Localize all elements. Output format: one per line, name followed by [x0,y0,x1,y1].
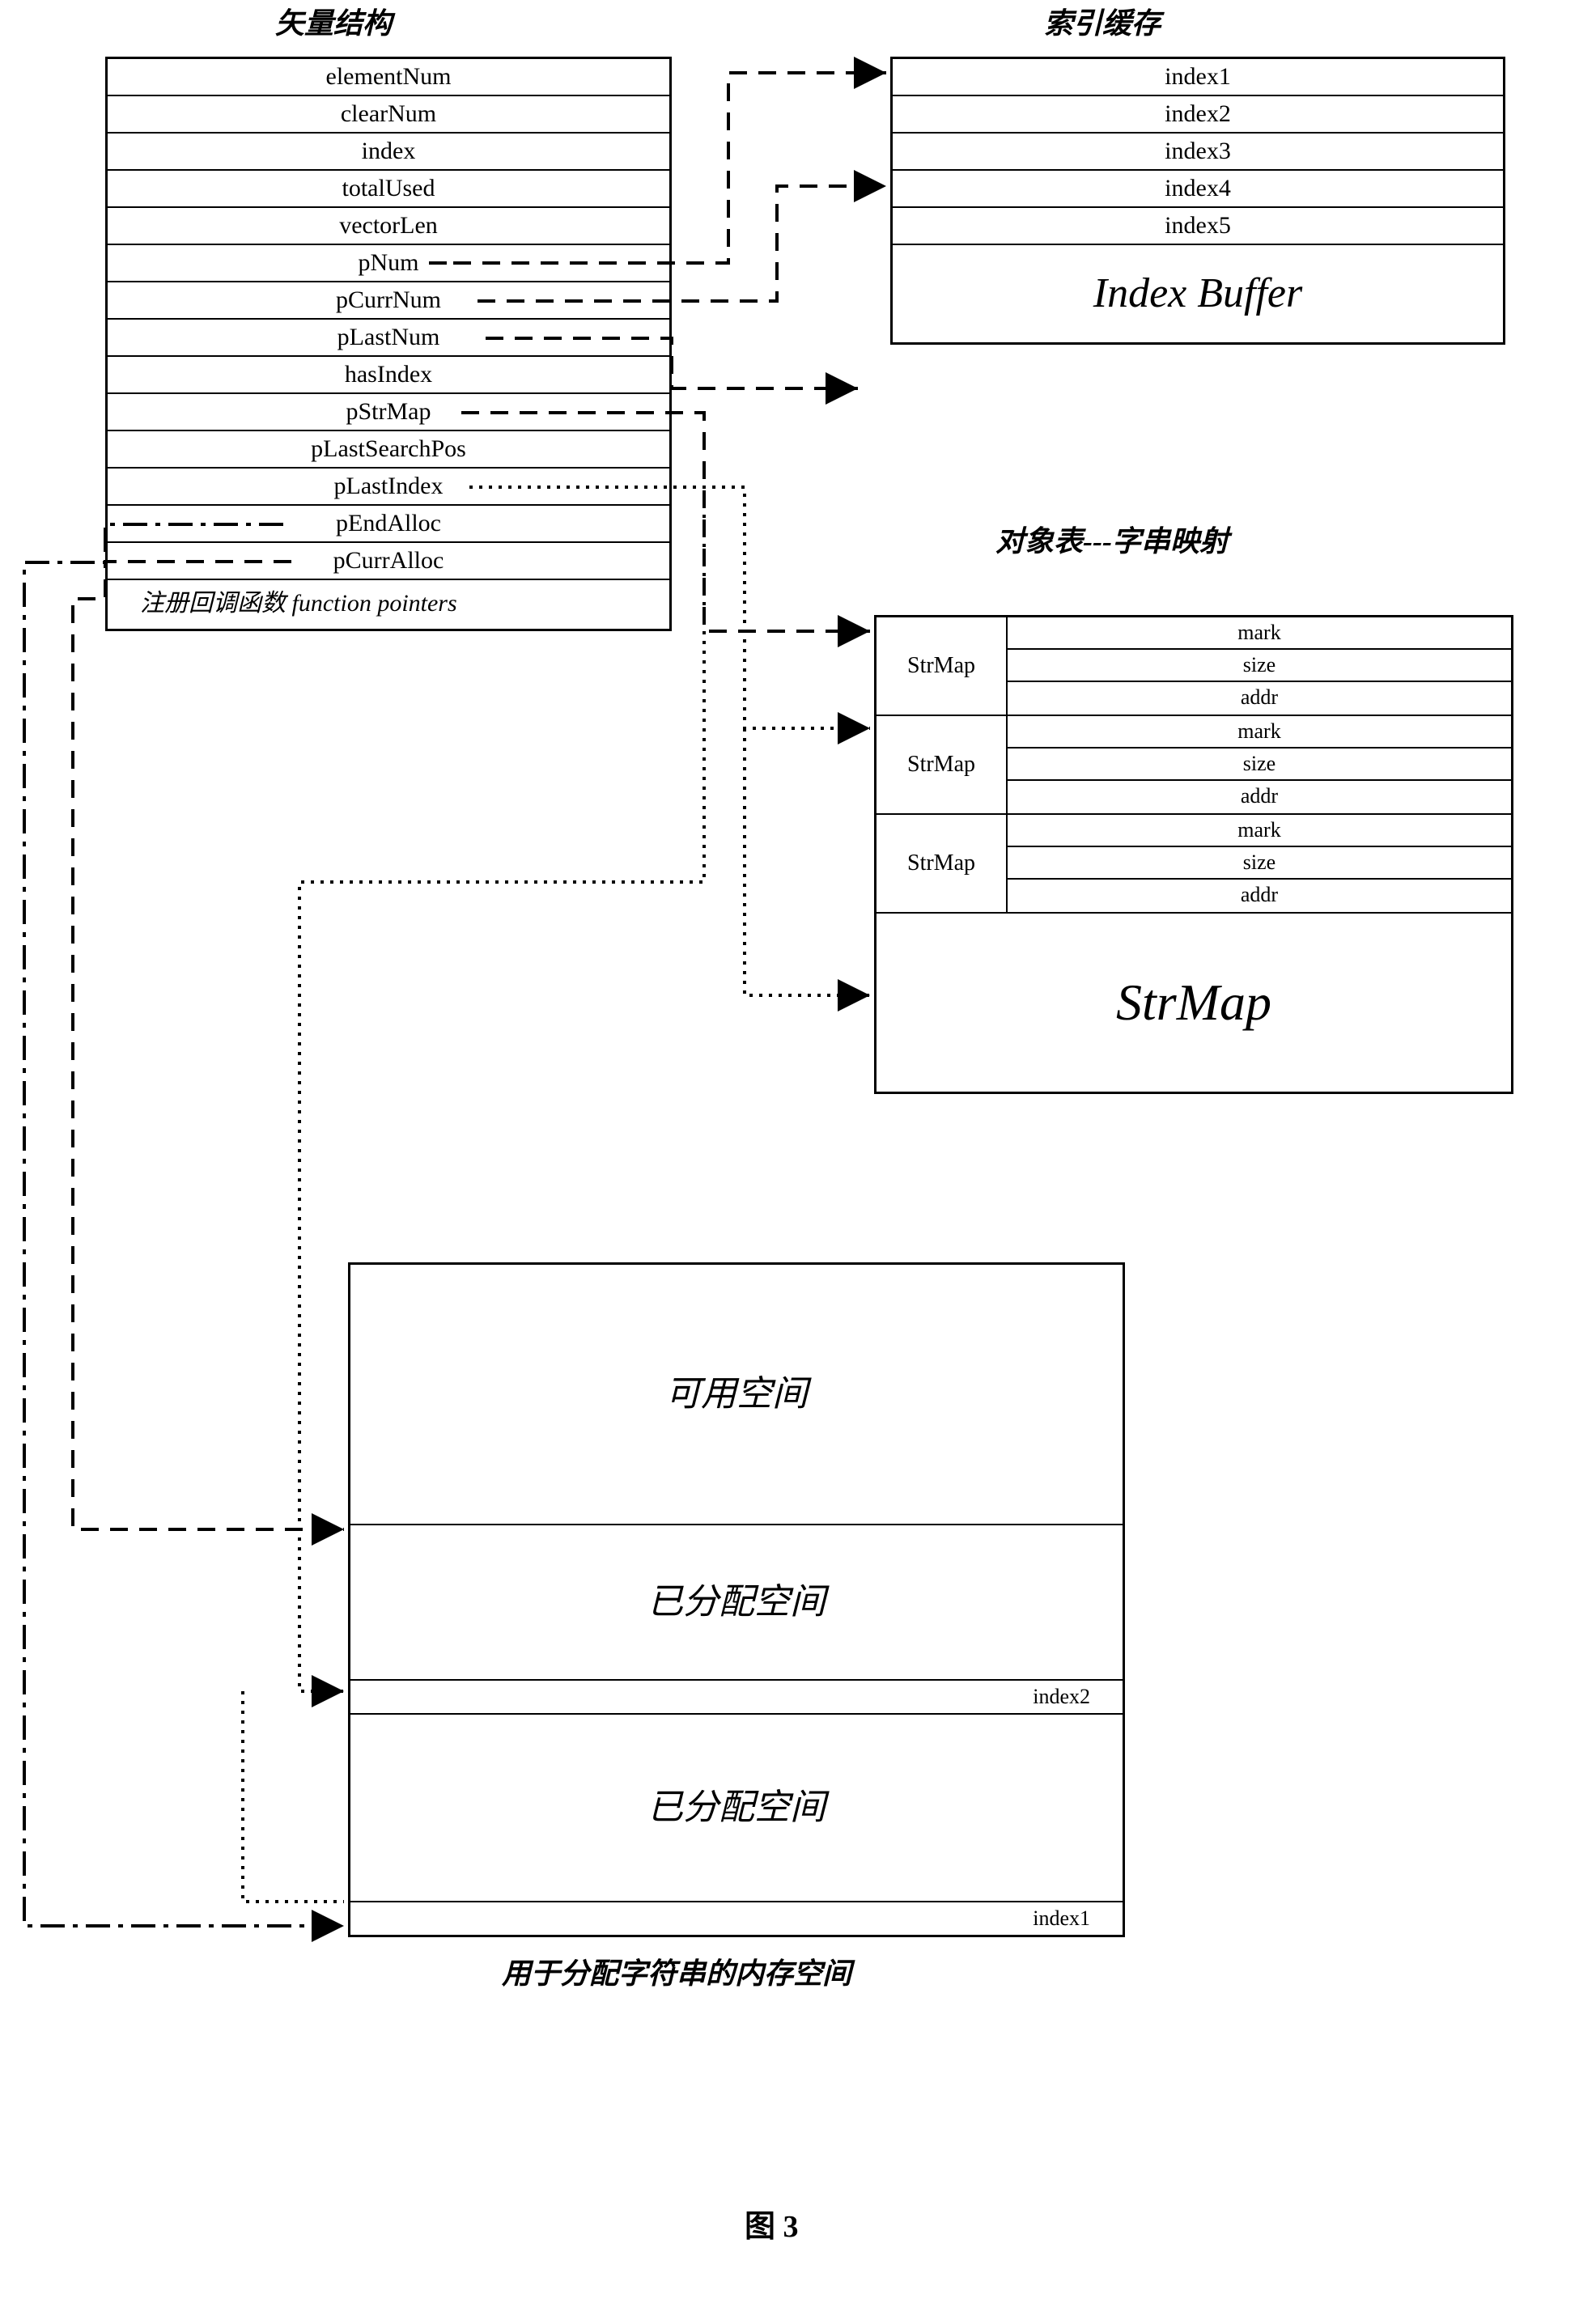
vector-field: hasIndex [108,357,669,394]
index-item: index1 [893,59,1503,96]
vector-field-pstrmap: pStrMap [108,394,669,431]
memory-alloc1: 已分配空间 [350,1525,1123,1681]
strmap-field: mark [1008,617,1511,650]
vector-field-pcurrnum: pCurrNum [108,282,669,320]
vector-field-plastnum: pLastNum [108,320,669,357]
strmap-group-label: StrMap [877,716,1008,813]
strmap-box: StrMap mark size addr StrMap mark size a… [874,615,1513,1094]
arrow-pcurralloc [73,562,344,1529]
strmap-field: size [1008,650,1511,682]
vector-field: totalUsed [108,171,669,208]
arrow-plastindex-to-strmap2 [745,728,870,995]
index-item: index3 [893,134,1503,171]
strmap-group: StrMap mark size addr [877,815,1511,914]
index-buffer-box: index1 index2 index3 index4 index5 Index… [890,57,1505,345]
index-item: index4 [893,171,1503,208]
strmap-group: StrMap mark size addr [877,716,1511,815]
strmap-group-label: StrMap [877,617,1008,715]
vector-field: index [108,134,669,171]
vector-field: clearNum [108,96,669,134]
vector-field: elementNum [108,59,669,96]
heading-object-table: 对象表---字串映射 [995,518,1229,560]
strmap-field: addr [1008,682,1511,715]
arrow-pendalloc [24,524,344,1926]
memory-box: 可用空间 已分配空间 index2 已分配空间 index1 [348,1262,1125,1937]
arrow-extra-dotted [243,1691,344,1902]
vector-field-pendalloc: pEndAlloc [108,506,669,543]
strmap-field: addr [1008,880,1511,912]
index-item: index5 [893,208,1503,245]
figure-caption: 图 3 [745,2201,799,2246]
strmap-field: size [1008,847,1511,880]
heading-index-cache: 索引缓存 [1044,0,1161,42]
strmap-field: mark [1008,815,1511,847]
index-item: index2 [893,96,1503,134]
vector-footer: 注册回调函数 function pointers [108,580,669,629]
diagram-canvas: 矢量结构 索引缓存 对象表---字串映射 elementNum clearNum… [0,0,1579,2324]
memory-index1: index1 [350,1902,1123,1935]
heading-memspace: 用于分配字符串的内存空间 [502,1950,851,1992]
memory-free: 可用空间 [350,1265,1123,1525]
vector-field: pLastSearchPos [108,431,669,469]
strmap-field: mark [1008,716,1511,749]
vector-field-pnum: pNum [108,245,669,282]
vector-field: vectorLen [108,208,669,245]
vector-field-pcurralloc: pCurrAlloc [108,543,669,580]
index-buffer-label: Index Buffer [893,245,1503,342]
memory-index2: index2 [350,1681,1123,1715]
memory-alloc2: 已分配空间 [350,1715,1123,1902]
vector-field-plastindex: pLastIndex [108,469,669,506]
strmap-field: addr [1008,781,1511,813]
strmap-group: StrMap mark size addr [877,617,1511,716]
heading-vector: 矢量结构 [275,0,392,42]
strmap-group-label: StrMap [877,815,1008,912]
strmap-field: size [1008,749,1511,781]
vector-struct-box: elementNum clearNum index totalUsed vect… [105,57,672,631]
strmap-big-label: StrMap [877,914,1511,1092]
